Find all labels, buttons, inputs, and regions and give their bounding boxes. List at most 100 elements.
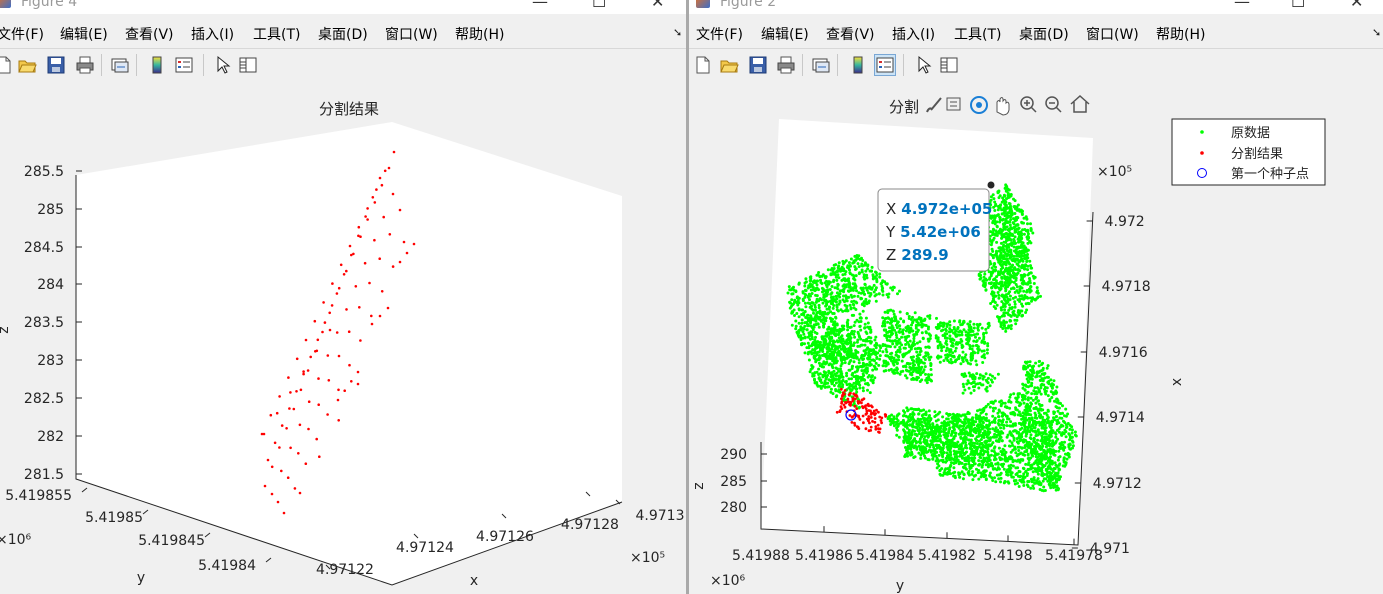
raw-data-point: [966, 418, 970, 422]
raw-data-point: [929, 355, 933, 359]
raw-data-point: [1035, 444, 1039, 448]
axes-3d-right[interactable]: 分割 290285280 5.41988 5.41986 5.41984 5.4198…: [689, 82, 1383, 594]
menu-window[interactable]: 窗口(W): [1086, 24, 1139, 44]
raw-data-point: [1027, 372, 1031, 376]
menu-edit[interactable]: 编辑(E): [60, 24, 108, 44]
link-plot-icon[interactable]: [811, 55, 831, 75]
maximize-button[interactable]: ☐: [1291, 0, 1305, 11]
raw-data-point: [987, 270, 991, 274]
open-file-icon[interactable]: [17, 55, 37, 75]
home-icon[interactable]: [1070, 94, 1090, 113]
segmentation-point: [356, 370, 360, 374]
raw-data-point: [1003, 444, 1007, 448]
raw-data-point: [971, 470, 975, 474]
raw-data-point: [996, 291, 1000, 294]
edit-plot-icon[interactable]: [212, 55, 232, 75]
raw-data-point: [974, 473, 978, 477]
raw-data-point: [923, 454, 926, 458]
raw-data-point: [810, 342, 814, 346]
raw-data-point: [817, 367, 821, 371]
arrow-down-right-icon[interactable]: ➘: [1372, 26, 1381, 39]
new-figure-icon[interactable]: [0, 55, 14, 75]
insert-legend-icon[interactable]: [874, 54, 896, 76]
raw-data-point: [884, 348, 888, 351]
menu-help[interactable]: 帮助(H): [455, 24, 504, 44]
raw-data-point: [965, 450, 968, 454]
raw-data-point: [927, 409, 931, 413]
save-icon[interactable]: [748, 55, 768, 75]
rotate-3d-icon[interactable]: [970, 96, 988, 114]
raw-data-point: [928, 314, 932, 318]
raw-data-point: [940, 440, 943, 444]
menu-edit[interactable]: 编辑(E): [761, 24, 809, 44]
raw-data-point: [1016, 263, 1020, 267]
raw-data-point: [1021, 263, 1024, 267]
new-figure-icon[interactable]: [693, 55, 713, 75]
raw-data-point: [935, 316, 938, 320]
raw-data-point: [823, 318, 827, 322]
minimize-button[interactable]: —: [1234, 0, 1250, 11]
raw-data-point: [929, 364, 933, 368]
raw-data-point: [942, 423, 946, 427]
menu-desktop[interactable]: 桌面(D): [1019, 24, 1069, 44]
link-plot-icon[interactable]: [110, 55, 130, 75]
raw-data-point: [865, 288, 869, 292]
raw-data-point: [800, 321, 804, 325]
insert-colorbar-icon[interactable]: [848, 55, 868, 75]
raw-data-point: [874, 335, 878, 339]
raw-data-point: [844, 270, 848, 274]
segmentation-point: [356, 382, 360, 386]
raw-data-point: [1020, 426, 1024, 430]
menu-window[interactable]: 窗口(W): [385, 24, 438, 44]
z-axis-label: z: [0, 326, 12, 333]
save-icon[interactable]: [46, 55, 66, 75]
brush-icon[interactable]: [926, 97, 942, 113]
raw-data-point: [848, 334, 851, 338]
raw-data-point: [938, 360, 942, 364]
raw-data-point: [860, 270, 864, 274]
raw-data-point: [890, 351, 894, 355]
raw-data-point: [827, 325, 831, 329]
datatip-icon[interactable]: [946, 97, 961, 111]
insert-colorbar-icon[interactable]: [147, 55, 167, 75]
close-button[interactable]: ✕: [651, 0, 664, 11]
insert-legend-icon[interactable]: [174, 55, 194, 75]
pan-icon[interactable]: [996, 97, 1010, 116]
menu-tools[interactable]: 工具(T): [954, 24, 1001, 44]
arrow-down-right-icon[interactable]: ➘: [673, 26, 682, 39]
zoom-out-icon[interactable]: [1045, 96, 1062, 113]
menu-insert[interactable]: 插入(I): [892, 24, 935, 44]
property-inspector-icon[interactable]: [939, 55, 959, 75]
menu-file[interactable]: 文件(F): [696, 24, 743, 44]
menu-file[interactable]: 文件(F): [0, 24, 44, 44]
menu-help[interactable]: 帮助(H): [1156, 24, 1205, 44]
raw-data-point: [881, 279, 885, 283]
open-file-icon[interactable]: [719, 55, 739, 75]
menu-view[interactable]: 查看(V): [125, 24, 174, 44]
print-icon[interactable]: [75, 55, 95, 75]
raw-data-point: [822, 295, 826, 299]
raw-data-point: [975, 339, 979, 343]
menu-view[interactable]: 查看(V): [826, 24, 875, 44]
menu-tools[interactable]: 工具(T): [253, 24, 300, 44]
segmentation-point: [273, 441, 277, 445]
maximize-button[interactable]: ☐: [592, 0, 606, 11]
close-button[interactable]: ✕: [1350, 0, 1363, 11]
property-inspector-icon[interactable]: [238, 55, 258, 75]
menu-insert[interactable]: 插入(I): [191, 24, 234, 44]
raw-data-point: [1016, 481, 1019, 485]
segmentation-point: [295, 390, 298, 393]
minimize-button[interactable]: —: [532, 0, 548, 11]
raw-data-point: [986, 450, 990, 454]
raw-data-point: [1017, 485, 1021, 488]
axes-3d-left[interactable]: 分割结果 285.5285284.5284283.5283282.5282281…: [0, 82, 686, 594]
edit-plot-icon[interactable]: [913, 55, 933, 75]
raw-data-point: [850, 329, 854, 333]
menu-desktop[interactable]: 桌面(D): [318, 24, 368, 44]
raw-data-point: [944, 327, 948, 331]
print-icon[interactable]: [776, 55, 796, 75]
raw-data-point: [961, 477, 965, 481]
menu-bar: 文件(F) 编辑(E) 查看(V) 插入(I) 工具(T) 桌面(D) 窗口(W…: [689, 20, 1383, 46]
zoom-in-icon[interactable]: [1020, 96, 1037, 113]
raw-data-point: [993, 432, 997, 436]
